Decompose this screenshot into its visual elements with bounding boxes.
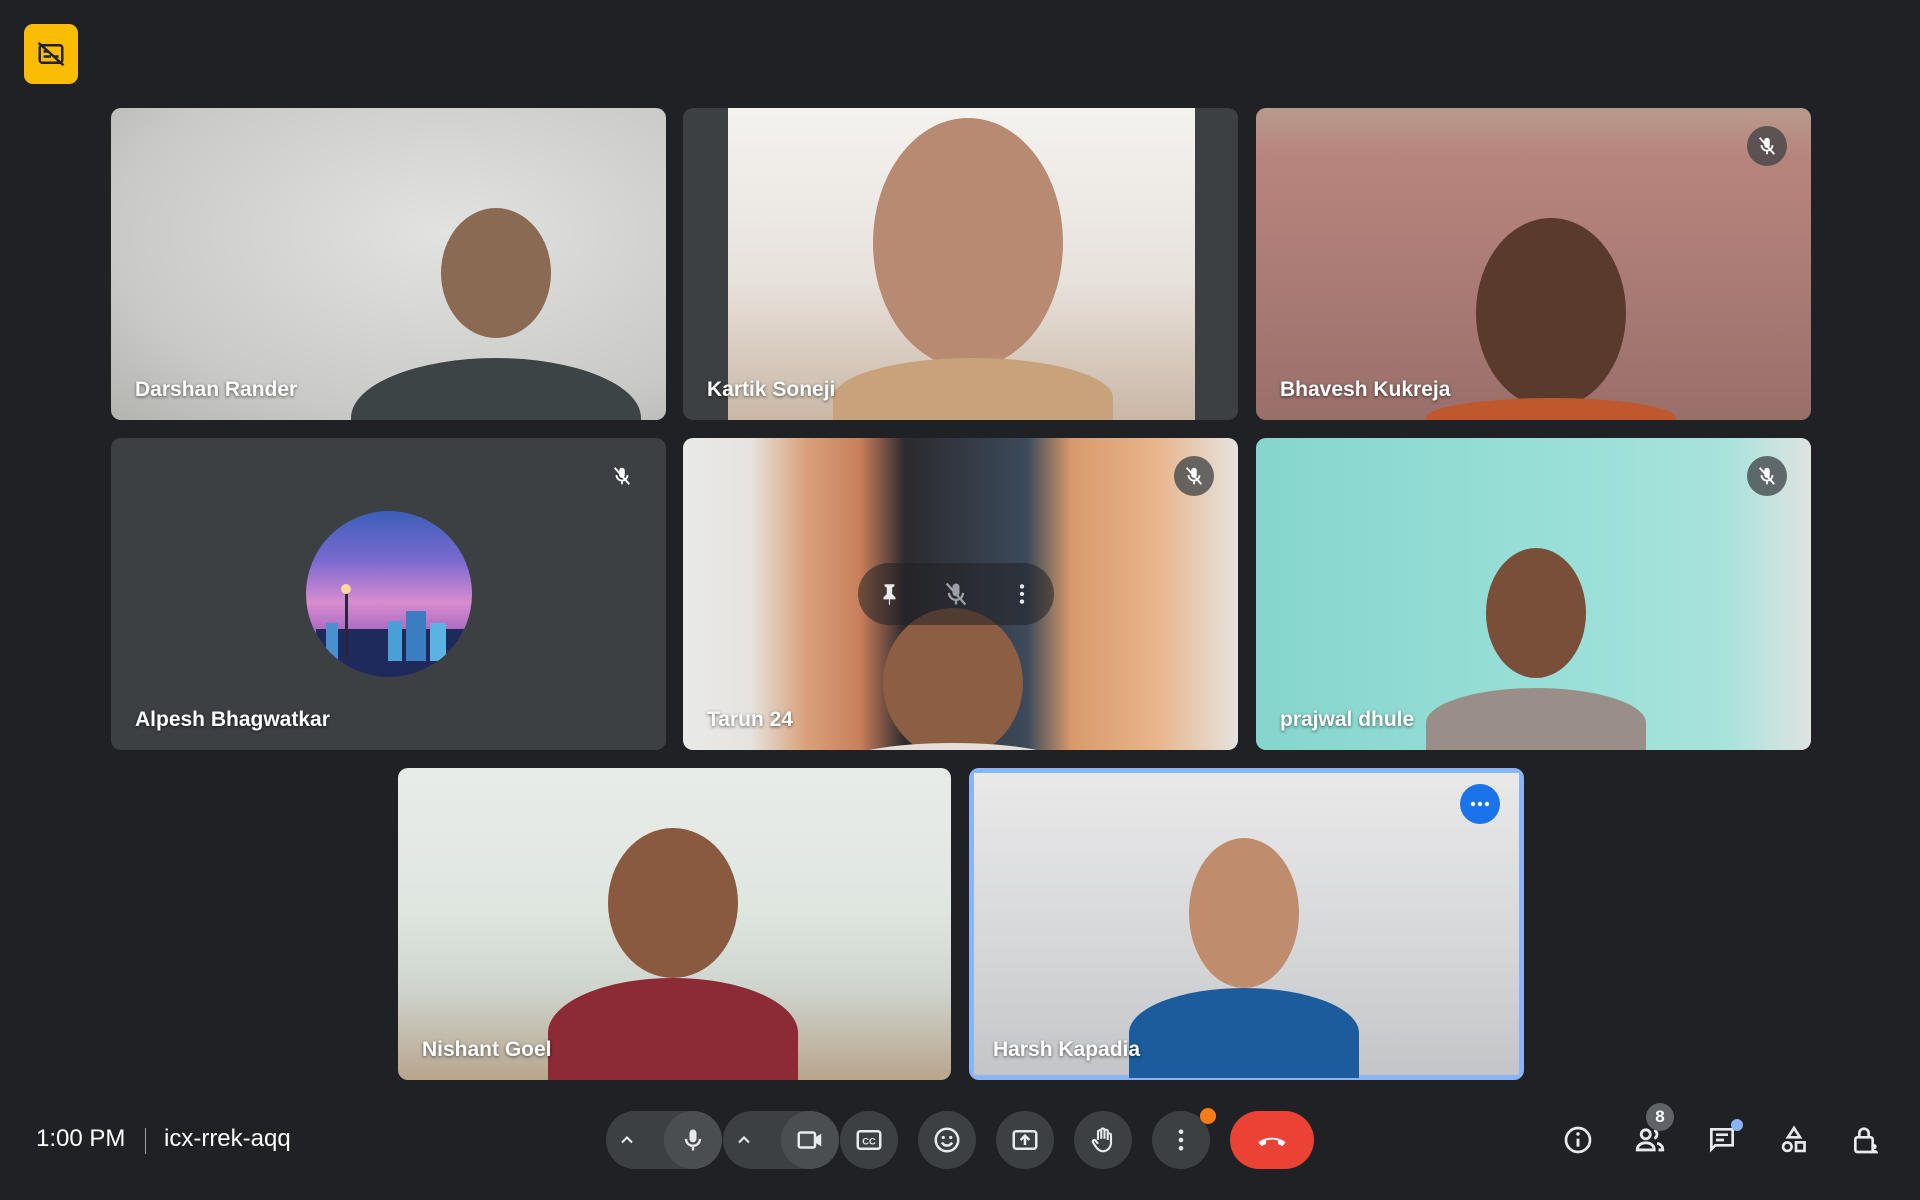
videocam-icon: [797, 1131, 822, 1149]
activities-icon: [1781, 1125, 1806, 1153]
chat-button[interactable]: [1697, 1115, 1747, 1165]
more-vert-icon: [1178, 1129, 1184, 1151]
participant-tile-prajwal[interactable]: prajwal dhule: [1256, 438, 1811, 750]
mic-control-group: [606, 1111, 722, 1169]
info-icon: [1564, 1126, 1592, 1154]
mute-participant-button[interactable]: [942, 580, 970, 608]
mic-off-icon: [1185, 467, 1203, 485]
people-button[interactable]: 8: [1625, 1103, 1675, 1165]
mic-off-icon: [945, 582, 967, 606]
mic-off-icon: [613, 467, 631, 485]
chevron-up-icon: [621, 1136, 633, 1144]
participant-tile-tarun[interactable]: Tarun 24: [683, 438, 1238, 750]
unread-dot: [1731, 1119, 1743, 1131]
more-vert-icon: [1019, 584, 1024, 604]
meeting-toolbar: 1:00 PM icx-rrek-aqq CC 8: [0, 1100, 1920, 1180]
participant-tile-darshan[interactable]: Darshan Rander: [111, 108, 666, 420]
captions-off-badge[interactable]: [24, 24, 78, 84]
participant-name: Darshan Rander: [135, 378, 298, 401]
leave-call-button[interactable]: [1230, 1111, 1314, 1169]
participant-name: Tarun 24: [707, 708, 793, 731]
mic-icon: [684, 1129, 702, 1151]
raise-hand-button[interactable]: [1074, 1111, 1132, 1169]
chevron-up-icon: [738, 1136, 750, 1144]
participant-tile-alpesh[interactable]: Alpesh Bhagwatkar: [111, 438, 666, 750]
pin-button[interactable]: [877, 581, 903, 607]
divider: [145, 1128, 146, 1154]
mic-options-button[interactable]: [606, 1130, 648, 1150]
host-controls-button[interactable]: [1841, 1115, 1891, 1165]
captions-off-icon: [37, 41, 65, 67]
muted-indicator: [1747, 456, 1787, 496]
participant-tile-harsh[interactable]: Harsh Kapadia: [969, 768, 1524, 1080]
camera-options-button[interactable]: [723, 1130, 765, 1150]
camera-control-group: [723, 1111, 839, 1169]
call-end-icon: [1258, 1137, 1286, 1147]
pin-icon: [883, 584, 896, 605]
notification-dot: [1200, 1108, 1216, 1124]
meeting-code: icx-rrek-aqq: [164, 1125, 291, 1152]
svg-text:CC: CC: [862, 1136, 876, 1146]
captions-button[interactable]: CC: [840, 1111, 898, 1169]
participant-name: prajwal dhule: [1280, 708, 1415, 731]
participant-options-button[interactable]: [1460, 784, 1500, 824]
hand-icon: [1091, 1127, 1113, 1153]
more-horiz-icon: [1470, 801, 1490, 807]
participant-name: Kartik Soneji: [707, 378, 836, 401]
microphone-button[interactable]: [664, 1111, 722, 1169]
participant-tile-bhavesh[interactable]: Bhavesh Kukreja: [1256, 108, 1811, 420]
present-screen-button[interactable]: [996, 1111, 1054, 1169]
muted-indicator: [1174, 456, 1214, 496]
tile-hover-controls: [858, 563, 1054, 625]
participant-name: Harsh Kapadia: [993, 1038, 1141, 1061]
emoji-icon: [934, 1127, 960, 1153]
tile-more-button[interactable]: [1009, 581, 1035, 607]
participant-tile-kartik[interactable]: Kartik Soneji: [683, 108, 1238, 420]
muted-indicator: [1747, 126, 1787, 166]
mic-off-icon: [1758, 137, 1776, 155]
participant-name: Nishant Goel: [422, 1038, 552, 1061]
avatar: [305, 511, 472, 677]
mic-off-icon: [1758, 467, 1776, 485]
participant-name: Alpesh Bhagwatkar: [135, 708, 330, 731]
meeting-details-button[interactable]: [1553, 1115, 1603, 1165]
meet-window: Darshan Rander Kartik Soneji Bhavesh Kuk…: [0, 0, 1920, 1200]
present-to-all-icon: [1012, 1130, 1038, 1150]
meeting-time: 1:00 PM: [36, 1125, 126, 1152]
emoji-reactions-button[interactable]: [918, 1111, 976, 1169]
muted-indicator: [602, 456, 642, 496]
activities-button[interactable]: [1769, 1115, 1819, 1165]
participant-tile-nishant[interactable]: Nishant Goel: [398, 768, 951, 1080]
closed-captions-icon: CC: [856, 1130, 882, 1150]
people-count-badge: 8: [1646, 1103, 1674, 1131]
lock-person-icon: [1854, 1127, 1878, 1154]
more-options-button[interactable]: [1152, 1108, 1216, 1169]
participant-name: Bhavesh Kukreja: [1280, 378, 1451, 401]
camera-button[interactable]: [781, 1111, 839, 1169]
